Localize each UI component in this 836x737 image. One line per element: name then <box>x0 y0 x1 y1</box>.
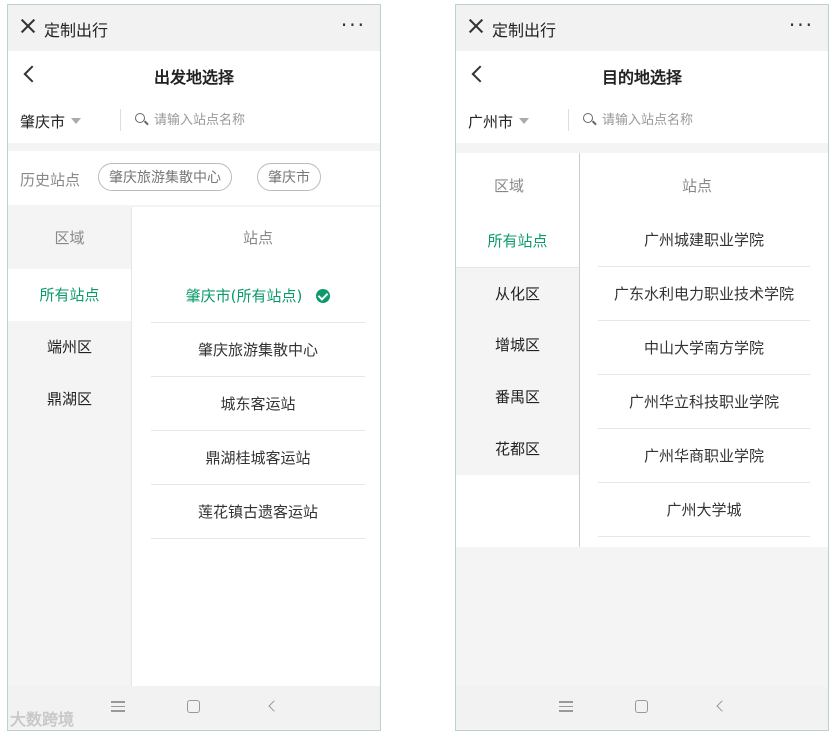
region-item-duanzhou[interactable]: 端州区 <box>8 321 131 373</box>
history-chip[interactable]: 肇庆旅游集散中心 <box>98 163 232 191</box>
selection-panel: 区域 所有站点 从化区 增城区 番禺区 花都区 站点 广州城建职业学院 广东水利… <box>456 153 828 686</box>
search-bar: 广州市 <box>456 97 828 143</box>
checkmark-icon <box>316 289 331 303</box>
system-nav-bar <box>456 686 828 730</box>
dropdown-caret-icon <box>71 118 82 124</box>
page-title: 目的地选择 <box>601 68 682 87</box>
region-item-zengcheng[interactable]: 增城区 <box>456 319 579 371</box>
region-item-huadu[interactable]: 花都区 <box>456 423 579 475</box>
station-item[interactable]: 广东水利电力职业技术学院 <box>598 267 810 321</box>
empty-area <box>456 547 828 686</box>
station-item-selected[interactable]: 肇庆市(所有站点) <box>151 269 365 323</box>
region-item-all-stations[interactable]: 所有站点 <box>8 269 131 321</box>
more-icon[interactable]: ··· <box>789 13 814 37</box>
station-item[interactable]: 广州华立科技职业学院 <box>598 375 810 429</box>
search-icon <box>135 113 149 127</box>
history-label: 历史站点 <box>20 171 81 189</box>
page-header: 目的地选择 <box>456 51 828 98</box>
station-item[interactable]: 广州城建职业学院 <box>598 213 810 267</box>
station-search-input[interactable] <box>602 107 802 133</box>
nav-back-icon[interactable] <box>268 700 280 712</box>
destination-screen: 定制出行 ··· 目的地选择 广州市 区域 所有站点 从化区 增城区 番禺区 花… <box>455 4 829 731</box>
city-name: 肇庆市 <box>20 113 66 131</box>
mini-app-title-bar: 定制出行 ··· <box>456 5 828 51</box>
region-item-all-stations[interactable]: 所有站点 <box>456 215 579 267</box>
region-item-panyu[interactable]: 番禺区 <box>456 371 579 423</box>
station-item[interactable]: 广州大学城 <box>598 483 810 537</box>
region-item-dinghu[interactable]: 鼎湖区 <box>8 373 131 425</box>
departure-screen: 定制出行 ··· 出发地选择 肇庆市 历史站点 肇庆旅游集散中心 肇庆市 区域 … <box>7 4 381 731</box>
station-header: 站点 <box>242 229 273 247</box>
region-header: 区域 <box>493 177 524 195</box>
nav-home-icon[interactable] <box>187 700 200 713</box>
city-selector[interactable]: 广州市 <box>468 111 530 132</box>
page-header: 出发地选择 <box>8 51 380 98</box>
selection-panel: 区域 所有站点 端州区 鼎湖区 站点 肇庆市(所有站点) 肇庆旅游集散中心 城东… <box>8 207 380 686</box>
history-stations: 历史站点 肇庆旅游集散中心 肇庆市 <box>8 151 380 205</box>
station-column: 站点 肇庆市(所有站点) 肇庆旅游集散中心 城东客运站 鼎湖桂城客运站 莲花镇古… <box>131 207 380 686</box>
search-divider <box>568 109 569 131</box>
region-item-conghua[interactable]: 从化区 <box>456 267 579 319</box>
station-item[interactable]: 中山大学南方学院 <box>598 321 810 375</box>
nav-home-icon[interactable] <box>635 700 648 713</box>
close-icon[interactable] <box>18 16 38 36</box>
city-name: 广州市 <box>468 113 514 131</box>
watermark: 大数跨境 <box>10 710 75 729</box>
mini-app-title-bar: 定制出行 ··· <box>8 5 380 51</box>
station-item[interactable]: 广州华商职业学院 <box>598 429 810 483</box>
search-bar: 肇庆市 <box>8 97 380 143</box>
station-item[interactable]: 城东客运站 <box>151 377 365 431</box>
app-title: 定制出行 <box>492 21 557 40</box>
region-column: 区域 所有站点 端州区 鼎湖区 <box>8 207 132 686</box>
station-label: 肇庆市(所有站点) <box>185 287 303 305</box>
page-title: 出发地选择 <box>153 68 234 87</box>
station-item[interactable]: 莲花镇古遗客运站 <box>151 485 365 539</box>
history-chip[interactable]: 肇庆市 <box>257 163 321 191</box>
search-icon <box>583 113 597 127</box>
search-divider <box>120 109 121 131</box>
region-header: 区域 <box>54 229 85 247</box>
station-header: 站点 <box>681 177 712 195</box>
station-search-input[interactable] <box>154 107 354 133</box>
nav-menu-icon[interactable] <box>559 701 573 712</box>
close-icon[interactable] <box>466 16 486 36</box>
dropdown-caret-icon <box>519 118 530 124</box>
nav-back-icon[interactable] <box>716 700 728 712</box>
nav-menu-icon[interactable] <box>111 701 125 712</box>
station-item[interactable]: 鼎湖桂城客运站 <box>151 431 365 485</box>
station-item[interactable]: 肇庆旅游集散中心 <box>151 323 365 377</box>
more-icon[interactable]: ··· <box>341 13 366 37</box>
app-title: 定制出行 <box>44 21 109 40</box>
city-selector[interactable]: 肇庆市 <box>20 111 82 132</box>
